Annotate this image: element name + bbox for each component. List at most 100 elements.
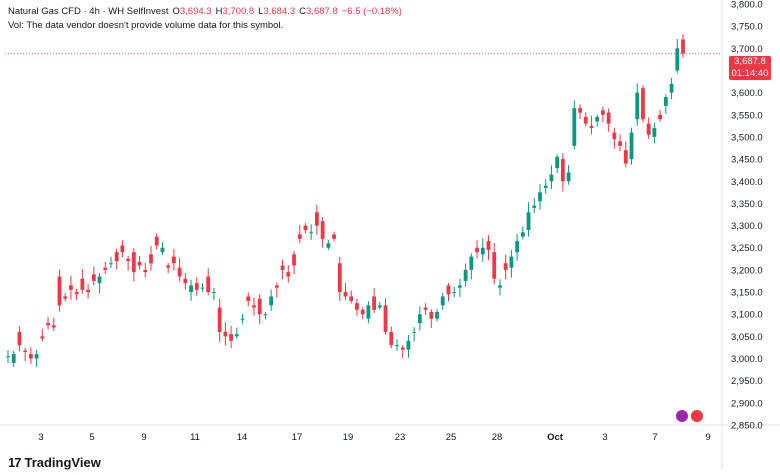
x-tick-label: 17 (292, 432, 303, 443)
candle-body (355, 303, 359, 310)
candle-body (652, 128, 657, 137)
candle-body (154, 236, 159, 246)
event-flag-icon (691, 410, 703, 422)
candle-body (663, 97, 668, 106)
candle-body (6, 356, 10, 358)
y-tick-label: 3,400.0 (731, 177, 763, 188)
tradingview-logo-icon: 17 (8, 455, 22, 470)
candle-body (286, 272, 291, 277)
candle-body (177, 267, 182, 277)
candle-body (326, 243, 331, 248)
candle-body (28, 354, 33, 359)
candle-body (446, 285, 451, 295)
candle-body (595, 117, 600, 122)
candle-body (280, 265, 285, 270)
candle-body (395, 345, 399, 347)
candle-body (46, 323, 50, 326)
candle-body (612, 132, 617, 140)
candle-body (601, 110, 605, 115)
candle-body (223, 331, 228, 337)
candle-body (423, 307, 428, 310)
candle-body (400, 347, 405, 350)
candle-body (320, 221, 325, 239)
candle-body (623, 150, 628, 164)
last-price-tag: 3,687.8 01:14:40 (729, 56, 771, 80)
x-tick-label: 23 (395, 432, 406, 443)
candle-body (103, 267, 108, 270)
y-tick-label: 3,300.0 (731, 221, 763, 232)
candle-body (274, 285, 279, 288)
tradingview-logo[interactable]: 17 TradingView (8, 455, 101, 470)
candle-body (217, 307, 222, 332)
candle-body (538, 192, 542, 202)
candle-body (463, 269, 468, 281)
candle-body (234, 334, 239, 337)
candle-body (171, 256, 176, 264)
candle-body (86, 289, 90, 293)
candle-body (91, 274, 96, 281)
x-tick-label: 14 (237, 432, 248, 443)
candle-body (17, 331, 22, 346)
candle-body (532, 205, 537, 208)
candle-body (589, 125, 594, 129)
candle-body (34, 354, 39, 359)
candle-body (160, 247, 165, 253)
y-tick-label: 3,250.0 (731, 243, 763, 254)
candle-body (429, 311, 434, 319)
candle-body (469, 256, 474, 270)
candle-body (658, 114, 663, 120)
x-tick-label: 25 (446, 432, 457, 443)
candle-body (526, 212, 531, 231)
bar-countdown: 01:14:40 (731, 68, 769, 79)
x-tick-label: 9 (705, 432, 710, 443)
candle-body (194, 283, 199, 290)
candle-body (120, 245, 125, 253)
candle-body (515, 241, 520, 253)
x-tick-label: 9 (141, 432, 146, 443)
candle-body (572, 108, 577, 146)
candle-body (646, 123, 651, 135)
candle-body (549, 174, 554, 182)
candle-body (314, 212, 319, 226)
x-tick-label: 7 (652, 432, 657, 443)
x-tick-label: 3 (602, 432, 607, 443)
y-tick-label: 3,700.0 (731, 44, 763, 55)
candle-body (206, 276, 211, 293)
symbol-legend[interactable]: Natural Gas CFD · 4h · WH SelfInvest O3,… (8, 6, 402, 17)
candle-body (212, 292, 216, 294)
y-tick-label: 3,500.0 (731, 132, 763, 143)
x-tick-label: 28 (492, 432, 503, 443)
candle-body (578, 108, 582, 113)
candle-body (377, 305, 382, 308)
candle-body (641, 88, 645, 120)
candle-body (23, 350, 28, 352)
candle-body (297, 234, 302, 239)
y-tick-label: 3,550.0 (731, 110, 763, 121)
candle-body (372, 296, 377, 310)
candlestick-chart[interactable]: 2,850.0 2,900.0 2,950.0 3,000.0 3,050.0 3,100… (0, 0, 780, 470)
candle-body (383, 305, 388, 332)
candle-body (343, 292, 348, 297)
candle-body (440, 296, 445, 306)
y-tick-label: 2,900.0 (731, 398, 763, 409)
candle-body (183, 278, 188, 284)
candle-body (520, 232, 525, 237)
y-tick-label: 3,350.0 (731, 199, 763, 210)
candle-body (137, 261, 142, 266)
candle-body (189, 285, 193, 293)
chart[interactable]: 2,850.0 2,900.0 2,950.0 3,000.0 3,050.0 3,100… (0, 0, 780, 470)
candle-body (475, 247, 479, 253)
candle-body (263, 314, 268, 316)
candle-body (97, 276, 102, 284)
y-tick-label: 3,800.0 (731, 0, 763, 11)
candle-body (63, 296, 68, 299)
ohlc-low: L3,684.3 (258, 6, 296, 17)
y-tick-label: 2,850.0 (731, 421, 763, 432)
volume-note: Vol: The data vendor doesn't provide vol… (8, 20, 284, 31)
candle-body (389, 331, 394, 346)
candle-body (458, 285, 462, 288)
x-tick-label: 3 (38, 432, 43, 443)
candle-body (229, 334, 233, 341)
x-tick-label: Oct (547, 432, 564, 443)
y-tick-label: 3,200.0 (731, 265, 763, 276)
